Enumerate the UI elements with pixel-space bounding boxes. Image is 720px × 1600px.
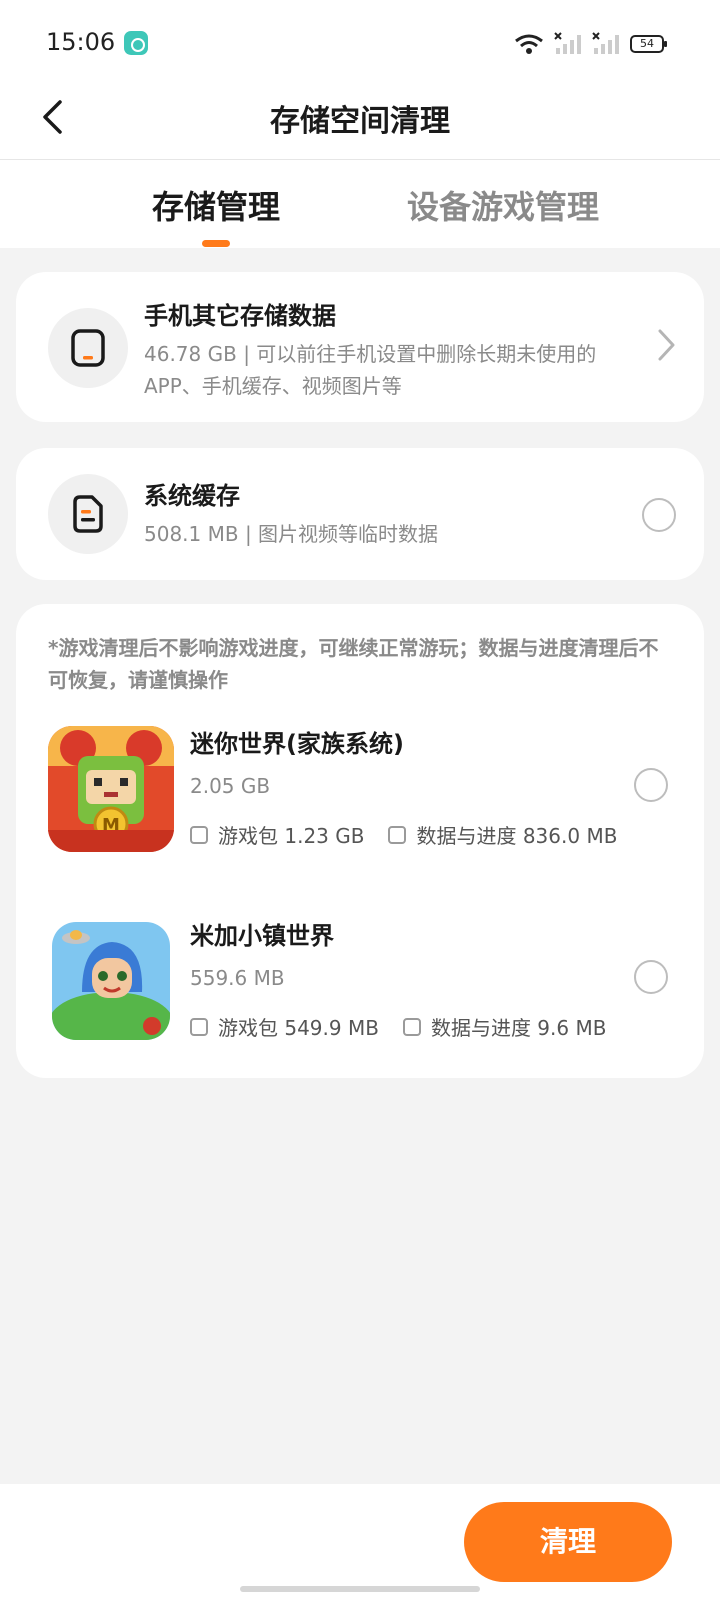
signal-2-icon [592, 32, 619, 54]
game-radio[interactable] [634, 960, 668, 994]
data-checkbox[interactable] [402, 1017, 421, 1036]
games-notice: *游戏清理后不影响游戏进度，可继续正常游玩；数据与进度清理后不可恢复，请谨慎操作 [48, 636, 659, 692]
page-header: 存储空间清理 [0, 86, 720, 160]
games-card: *游戏清理后不影响游戏进度，可继续正常游玩；数据与进度清理后不可恢复，请谨慎操作… [16, 604, 704, 1078]
status-bar: 15:06 54 [0, 0, 720, 86]
tab-active-indicator [202, 240, 230, 247]
status-time: 15:06 [46, 28, 116, 56]
game-package-option[interactable]: 游戏包 549.9 MB [190, 1012, 379, 1041]
tab-bar: 存储管理 设备游戏管理 [0, 160, 720, 248]
bottom-action-bar: 清理 [0, 1484, 720, 1600]
signal-1-icon [554, 32, 581, 54]
package-label: 游戏包 549.9 MB [218, 1016, 379, 1040]
game-name: 米加小镇世界 [190, 922, 334, 950]
phone-icon [71, 329, 105, 367]
package-label: 游戏包 1.23 GB [218, 824, 365, 848]
other-storage-title: 手机其它存储数据 [144, 302, 336, 330]
game-data-option[interactable]: 数据与进度 836.0 MB [388, 820, 617, 849]
document-icon-wrapper [48, 474, 128, 554]
system-cache-description: 508.1 MB | 图片视频等临时数据 [144, 522, 439, 546]
miga-town-app-icon [52, 922, 170, 1040]
home-indicator[interactable] [240, 1586, 480, 1592]
phone-icon-wrapper [48, 308, 128, 388]
data-label: 数据与进度 836.0 MB [416, 824, 618, 848]
game-data-option[interactable]: 数据与进度 9.6 MB [402, 1012, 607, 1041]
system-cache-title: 系统缓存 [144, 482, 240, 510]
package-checkbox[interactable] [190, 825, 208, 844]
package-checkbox[interactable] [190, 1017, 208, 1036]
game-item-miga-town[interactable]: 米加小镇世界 559.6 MB 游戏包 549.9 MB 数据与进度 9.6 M… [16, 916, 704, 1056]
game-size: 2.05 GB [190, 774, 271, 798]
clean-button[interactable]: 清理 [464, 1502, 672, 1582]
game-options: 游戏包 549.9 MB 数据与进度 9.6 MB [190, 1012, 606, 1041]
game-package-option[interactable]: 游戏包 1.23 GB [190, 820, 364, 849]
tab-device-game-management[interactable]: 设备游戏管理 [407, 182, 599, 228]
other-storage-card[interactable]: 手机其它存储数据 46.78 GB | 可以前往手机设置中删除长期未使用的APP… [16, 272, 704, 422]
page-title: 存储空间清理 [270, 104, 450, 139]
game-item-mini-world[interactable]: M 迷你世界(家族系统) 2.05 GB 游戏包 1.23 GB 数据与进度 8… [16, 724, 704, 864]
game-radio[interactable] [634, 768, 668, 802]
battery-icon: 54 [630, 35, 667, 53]
game-size: 559.6 MB [190, 966, 285, 990]
wifi-icon [515, 34, 543, 54]
document-icon [73, 495, 103, 533]
app-notification-icon [124, 31, 148, 55]
game-icon-mini-world: M [48, 726, 174, 852]
data-label: 数据与进度 9.6 MB [430, 1016, 607, 1040]
game-icon-miga-town [52, 922, 170, 1040]
mini-world-app-icon: M [48, 726, 174, 852]
data-checkbox[interactable] [388, 825, 407, 844]
status-icons: 54 [514, 30, 667, 58]
tab-storage-management[interactable]: 存储管理 [152, 182, 280, 228]
game-options: 游戏包 1.23 GB 数据与进度 836.0 MB [190, 820, 617, 849]
game-name: 迷你世界(家族系统) [190, 730, 404, 758]
other-storage-description: 46.78 GB | 可以前往手机设置中删除长期未使用的APP、手机缓存、视频图… [144, 342, 597, 398]
system-cache-card[interactable]: 系统缓存 508.1 MB | 图片视频等临时数据 [16, 448, 704, 580]
chevron-right-icon [658, 329, 675, 361]
system-cache-radio[interactable] [642, 498, 676, 532]
